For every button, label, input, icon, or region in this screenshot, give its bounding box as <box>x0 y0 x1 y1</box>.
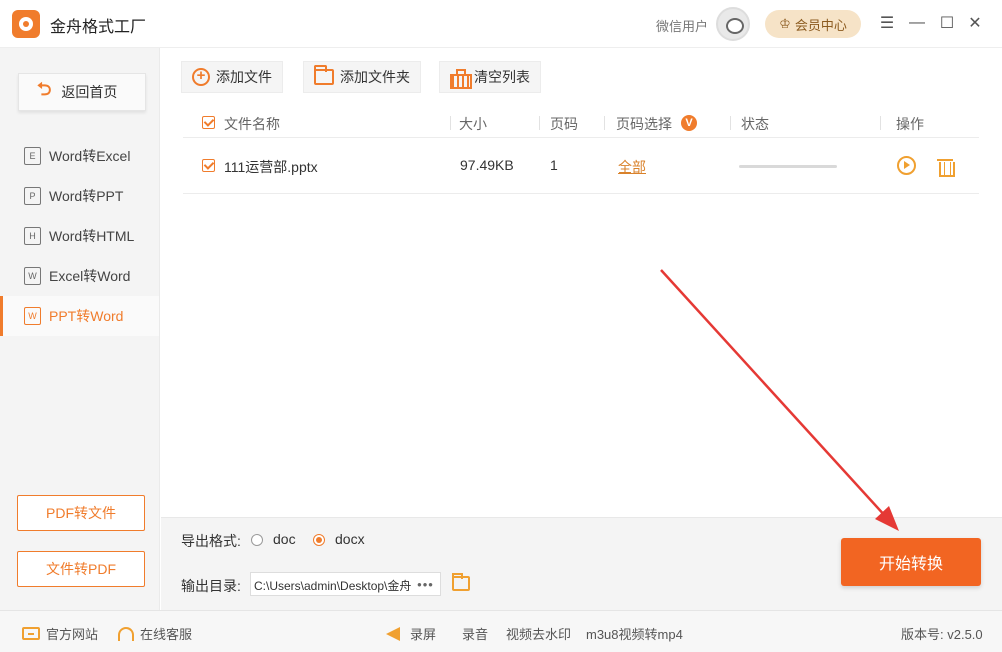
record-audio-link[interactable]: 录音 <box>462 624 488 643</box>
app-title: 金舟格式工厂 <box>50 19 147 36</box>
add-file-label: 添加文件 <box>216 69 272 85</box>
video-watermark-link[interactable]: 视频去水印 <box>506 624 571 643</box>
sidebar-item-label: Word转PPT <box>49 188 124 204</box>
sidebar-item-word-to-excel[interactable]: E Word转Excel <box>0 136 159 176</box>
sidebar-item-excel-to-word[interactable]: W Excel转Word <box>0 256 159 296</box>
crown-icon: ♔ <box>779 16 791 31</box>
title-bar: 金舟格式工厂 微信用户 ♔ 会员中心 ☰ — ☐ ✕ <box>0 0 1002 48</box>
column-page-select: 页码选择 <box>616 116 672 132</box>
pdf-to-file-button[interactable]: PDF转文件 <box>17 495 145 531</box>
add-folder-label: 添加文件夹 <box>340 69 410 85</box>
file-table-header: 文件名称 大小 页码 页码选择 V 状态 操作 <box>183 108 979 138</box>
document-icon: H <box>24 227 41 245</box>
checkbox-icon <box>202 116 215 129</box>
document-icon: P <box>24 187 41 205</box>
column-actions: 操作 <box>896 116 924 132</box>
file-to-pdf-button[interactable]: 文件转PDF <box>17 551 145 587</box>
add-folder-button[interactable]: 添加文件夹 <box>303 61 421 93</box>
file-size: 97.49KB <box>460 157 514 173</box>
progress-bar <box>739 165 837 168</box>
record-screen-label: 录屏 <box>410 627 437 642</box>
close-icon[interactable]: ✕ <box>964 12 986 34</box>
minimize-icon[interactable]: — <box>906 12 928 34</box>
status-bar: 官方网站 在线客服 录屏 录音 视频去水印 m3u8视频转mp4 版本号: v2… <box>0 610 1002 652</box>
online-support-label: 在线客服 <box>140 627 193 642</box>
official-website-link[interactable]: 官方网站 <box>22 624 98 643</box>
vip-center-button[interactable]: ♔ 会员中心 <box>765 10 861 38</box>
delete-icon[interactable] <box>937 157 955 177</box>
column-divider <box>450 116 451 130</box>
megaphone-icon <box>386 626 400 641</box>
row-checkbox[interactable] <box>202 159 215 175</box>
document-icon: W <box>24 267 41 285</box>
page-select-badge-icon[interactable]: V <box>681 115 697 131</box>
open-folder-icon[interactable] <box>452 573 470 591</box>
folder-icon <box>314 65 334 85</box>
file-name: 111运营部.pptx <box>224 159 318 175</box>
home-button[interactable]: ⮌ 返回首页 <box>18 73 146 111</box>
column-status: 状态 <box>741 116 769 132</box>
radio-docx-label[interactable]: docx <box>335 531 365 547</box>
column-name: 文件名称 <box>224 116 280 132</box>
online-support-link[interactable]: 在线客服 <box>118 624 192 643</box>
m3u8-convert-link[interactable]: m3u8视频转mp4 <box>586 624 683 643</box>
vip-center-label: 会员中心 <box>794 17 847 33</box>
column-size: 大小 <box>459 116 487 132</box>
avatar[interactable] <box>716 7 750 41</box>
radio-docx[interactable] <box>313 534 325 546</box>
sidebar-item-label: Word转HTML <box>49 228 135 244</box>
output-format-label: 导出格式: <box>181 533 241 549</box>
menu-icon[interactable]: ☰ <box>876 12 898 34</box>
website-icon <box>22 627 40 640</box>
sidebar-item-label: PPT转Word <box>49 308 124 324</box>
user-name[interactable]: 微信用户 <box>656 16 708 35</box>
sidebar-item-word-to-ppt[interactable]: P Word转PPT <box>0 176 159 216</box>
official-website-label: 官方网站 <box>46 627 99 642</box>
add-circle-icon: + <box>192 68 210 86</box>
start-convert-button[interactable]: 开始转换 <box>841 538 981 586</box>
select-all-checkbox[interactable] <box>202 116 215 132</box>
clear-list-label: 清空列表 <box>474 69 530 85</box>
maximize-icon[interactable]: ☐ <box>936 12 958 34</box>
file-pages: 1 <box>550 157 558 173</box>
checkbox-icon <box>202 159 215 172</box>
output-dir-label: 输出目录: <box>181 578 241 594</box>
output-dir-field[interactable]: C:\Users\admin\Desktop\金舟 <box>250 572 412 596</box>
version-label: 版本号: v2.5.0 <box>901 627 983 642</box>
sidebar: ⮌ 返回首页 E Word转Excel P Word转PPT H Word转HT… <box>0 48 160 610</box>
headset-icon <box>118 626 134 641</box>
back-arrow-icon: ⮌ <box>37 79 52 99</box>
radio-doc[interactable] <box>251 534 263 546</box>
column-divider <box>730 116 731 130</box>
column-divider <box>604 116 605 130</box>
document-icon: E <box>24 147 41 165</box>
document-icon: W <box>24 307 41 325</box>
broom-icon <box>450 69 472 89</box>
play-icon[interactable] <box>897 156 916 175</box>
column-pages: 页码 <box>550 116 578 132</box>
radio-doc-label[interactable]: doc <box>273 531 296 547</box>
add-file-button[interactable]: + 添加文件 <box>181 61 283 93</box>
sidebar-item-label: Excel转Word <box>49 268 131 284</box>
home-label: 返回首页 <box>61 84 118 100</box>
browse-dir-button[interactable]: ••• <box>411 572 441 596</box>
column-divider <box>880 116 881 130</box>
sidebar-item-word-to-html[interactable]: H Word转HTML <box>0 216 159 256</box>
sidebar-item-label: Word转Excel <box>49 148 131 164</box>
record-screen-link[interactable]: 录屏 <box>386 624 436 643</box>
sidebar-item-ppt-to-word[interactable]: W PPT转Word <box>0 296 159 336</box>
app-logo-icon <box>12 10 40 38</box>
column-divider <box>539 116 540 130</box>
table-row: 111运营部.pptx 97.49KB 1 全部 <box>183 139 979 194</box>
page-select-link[interactable]: 全部 <box>618 157 646 177</box>
clear-list-button[interactable]: 清空列表 <box>439 61 541 93</box>
